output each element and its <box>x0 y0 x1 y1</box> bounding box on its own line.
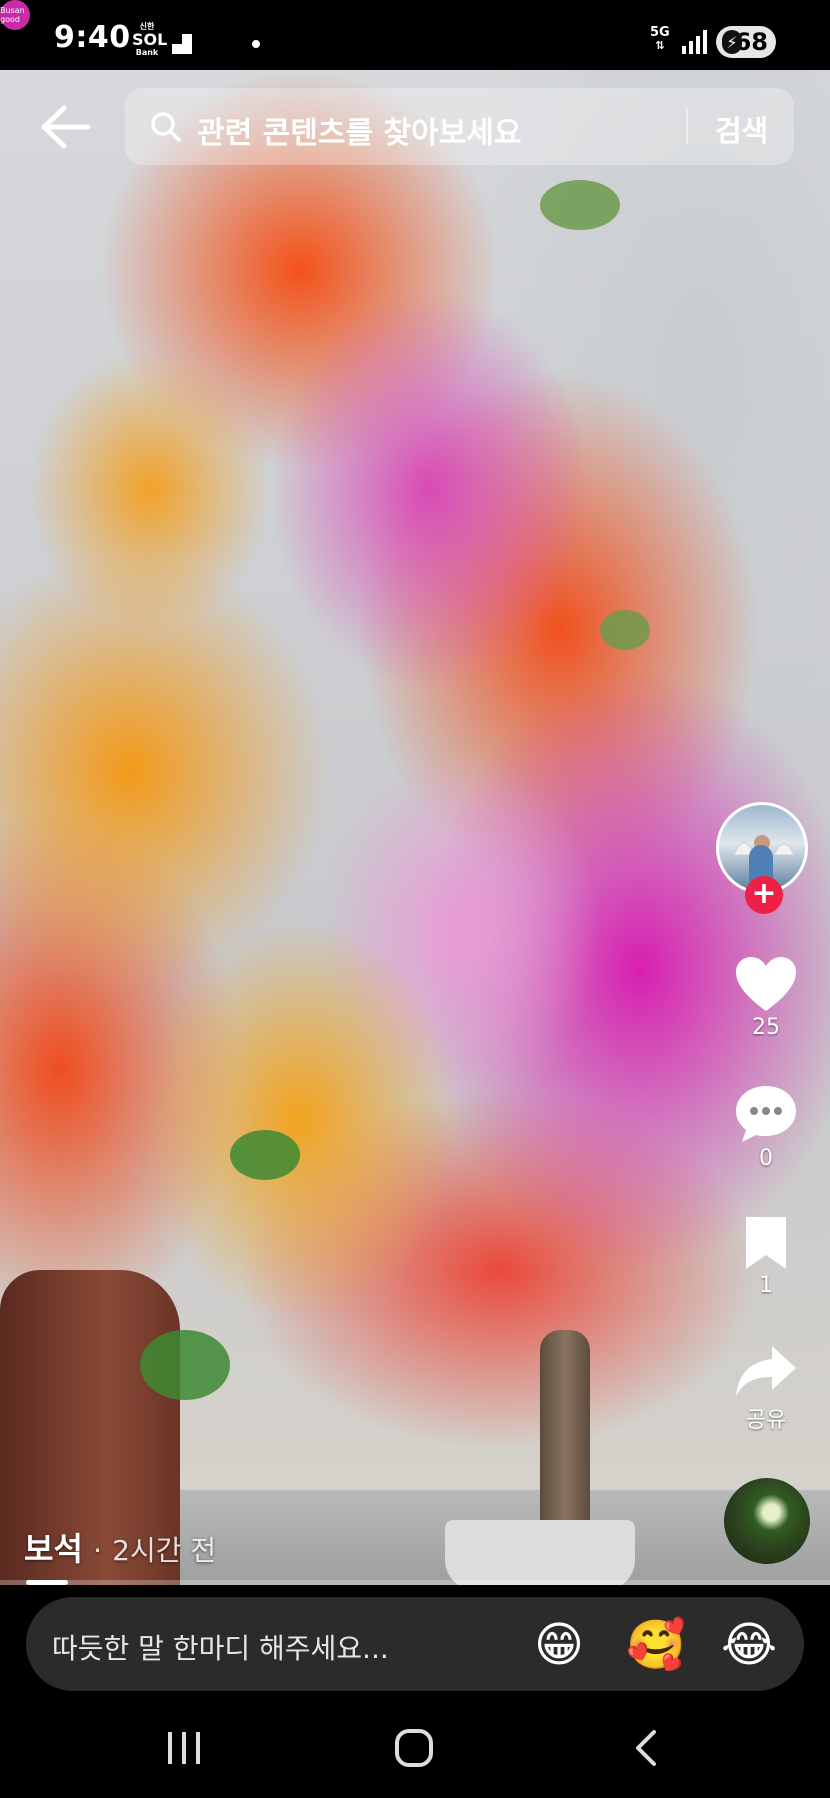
more-notifications-icon <box>252 40 260 48</box>
status-bar: 9:40 신한 SOL Bank Busan good 5G ⇅ ⚡ 68 <box>0 0 830 70</box>
system-nav-bar <box>0 1698 830 1798</box>
comment-input[interactable]: 따듯한 말 한마디 해주세요... 😁 🥰 😂 <box>26 1597 804 1691</box>
status-time: 9:40 <box>54 20 131 55</box>
emoji-laugh-button[interactable]: 😂 <box>721 1617 777 1673</box>
like-count: 25 <box>752 1015 780 1040</box>
busan-notification-icon: Busan good <box>0 0 30 30</box>
share-icon <box>736 1346 796 1396</box>
comment-icon <box>736 1086 796 1142</box>
author-name[interactable]: 보석 <box>24 1530 83 1568</box>
comment-placeholder: 따듯한 말 한마디 해주세요... <box>52 1632 389 1665</box>
share-button[interactable]: 공유 <box>726 1342 806 1434</box>
emoji-grin-button[interactable]: 😁 <box>531 1617 587 1673</box>
bonsai-pot <box>445 1520 635 1585</box>
comment-button[interactable]: 0 <box>726 1084 806 1171</box>
like-button[interactable]: 25 <box>726 955 806 1040</box>
battery-indicator: ⚡ 68 <box>716 26 776 58</box>
search-bar[interactable]: 관련 콘텐츠를 찾아보세요 검색 <box>125 88 794 165</box>
foliage <box>140 1330 230 1400</box>
bookmark-count: 1 <box>759 1273 773 1298</box>
back-icon[interactable] <box>632 1728 660 1768</box>
share-label: 공유 <box>745 1408 787 1433</box>
search-button[interactable]: 검색 <box>715 108 768 150</box>
emoji-love-button[interactable]: 🥰 <box>626 1617 686 1673</box>
home-icon[interactable] <box>394 1728 434 1768</box>
post-time: 2시간 전 <box>112 1534 217 1567</box>
signal-icon <box>682 30 707 54</box>
search-divider <box>686 108 688 144</box>
app-notification-icon <box>172 34 192 54</box>
video-player[interactable] <box>0 70 830 1585</box>
follow-button[interactable]: + <box>745 876 783 914</box>
foliage <box>600 610 650 650</box>
search-icon <box>151 112 181 142</box>
bookmark-button[interactable]: 1 <box>726 1215 806 1298</box>
caption-separator: · <box>93 1534 102 1567</box>
search-input[interactable]: 관련 콘텐츠를 찾아보세요 <box>197 108 522 152</box>
heart-icon <box>736 957 796 1011</box>
back-arrow-icon[interactable] <box>38 104 92 150</box>
charging-icon: ⚡ <box>722 30 742 54</box>
music-disc[interactable] <box>724 1478 810 1564</box>
network-icon: 5G ⇅ <box>650 25 670 52</box>
foliage <box>230 1130 300 1180</box>
foliage <box>540 180 620 230</box>
sol-bank-notification-icon: 신한 SOL Bank <box>132 22 168 57</box>
recents-icon[interactable] <box>166 1728 202 1768</box>
bookmark-icon <box>746 1217 786 1269</box>
comment-count: 0 <box>759 1146 773 1171</box>
video-caption: 보석 · 2시간 전 <box>24 1524 216 1570</box>
